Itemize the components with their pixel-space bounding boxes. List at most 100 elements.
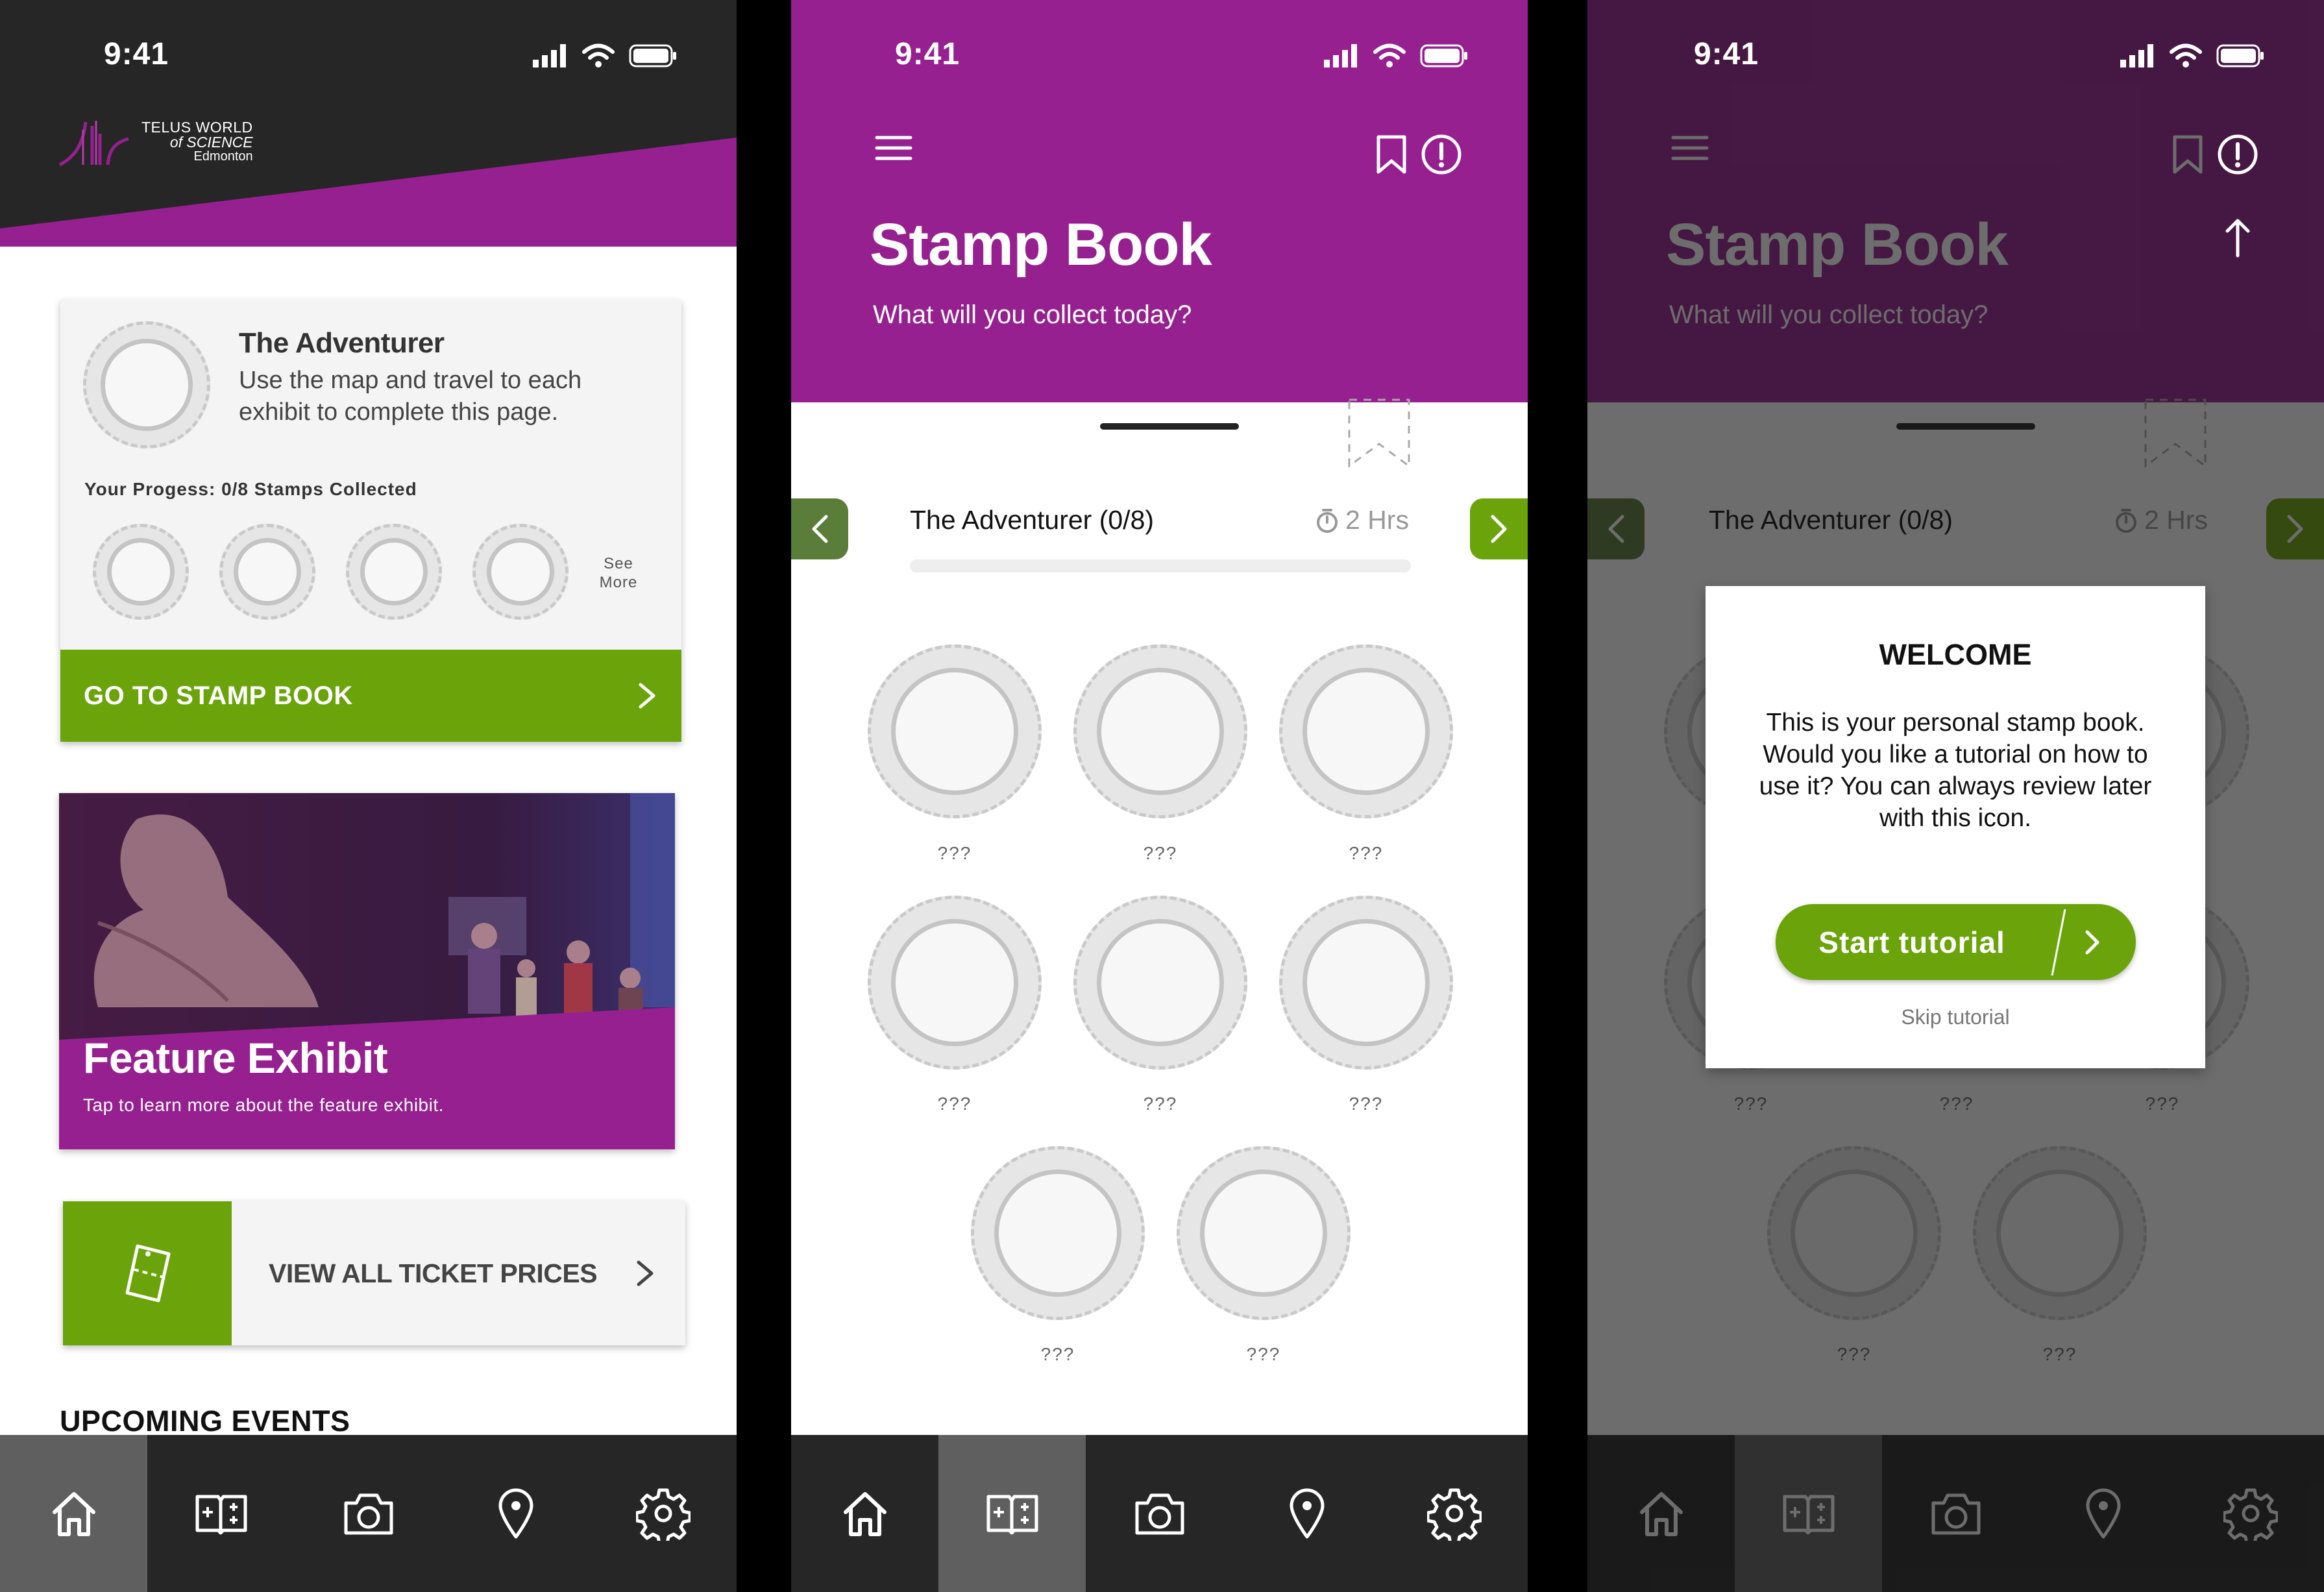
tab-camera[interactable] [1086, 1435, 1233, 1592]
ticket-icon-box [63, 1201, 232, 1345]
bookmark-outline-icon[interactable] [1347, 397, 1412, 469]
page-title: Stamp Book [870, 212, 1212, 278]
see-more-link[interactable]: See More [593, 554, 644, 592]
stamp-book-welcome-screen: 9:41 Stamp Book What will you collect to… [1587, 0, 2324, 1592]
skip-tutorial-link[interactable]: Skip tutorial [1706, 1005, 2205, 1029]
status-time: 9:41 [1694, 37, 1759, 71]
tab-home[interactable] [791, 1435, 938, 1592]
status-icons [533, 43, 677, 69]
card-desc-line2: exhibit to complete this page. [239, 398, 559, 426]
chevron-right-icon [2085, 930, 2099, 954]
view-ticket-prices-button[interactable]: VIEW ALL TICKET PRICES [63, 1201, 685, 1345]
welcome-body-line4: with this icon. [1879, 804, 2032, 832]
duration-indicator: 2 Hrs [1315, 505, 1409, 535]
stamp-book-screen: 9:41 Stamp Book What will you collect to… [791, 0, 1528, 1592]
status-icons [1324, 43, 1468, 69]
stamp-slot[interactable] [1073, 896, 1247, 1070]
wifi-icon [1373, 43, 1406, 67]
button-divider [2051, 909, 2066, 975]
feature-exhibit-card[interactable]: Feature Exhibit Tap to learn more about … [59, 793, 675, 1149]
chevron-right-icon [639, 683, 655, 709]
go-to-stamp-book-label: GO TO STAMP BOOK [84, 681, 353, 710]
page-subtitle: What will you collect today? [873, 300, 1192, 329]
adventurer-card: The Adventurer Use the map and travel to… [60, 300, 681, 742]
camera-icon [344, 1493, 393, 1535]
bookmark-icon[interactable] [1375, 134, 1408, 175]
battery-icon [2216, 44, 2264, 67]
welcome-body-line1: This is your personal stamp book. [1766, 709, 2145, 737]
feature-exhibit-title: Feature Exhibit [83, 1034, 388, 1082]
stamp-label: ??? [1040, 1344, 1075, 1364]
ticket-icon [125, 1244, 171, 1303]
tab-home[interactable] [0, 1435, 147, 1592]
info-alert-icon[interactable] [1421, 134, 1462, 175]
mini-stamp[interactable] [346, 524, 442, 620]
logo-text-line2: of SCIENCE [169, 134, 253, 151]
welcome-body: This is your personal stamp book. Would … [1731, 707, 2179, 834]
signal-icon [533, 44, 566, 67]
tab-stamp-book[interactable] [938, 1435, 1086, 1592]
status-icons [2120, 43, 2264, 69]
chevron-right-icon [1491, 515, 1506, 543]
stamp-slot[interactable] [868, 896, 1042, 1070]
settings-icon [1426, 1488, 1482, 1541]
status-bar: 9:41 [791, 0, 1528, 110]
timer-icon [1317, 508, 1338, 533]
signal-icon [1324, 44, 1357, 67]
arrow-up-icon [2225, 219, 2250, 258]
home-icon [843, 1492, 887, 1536]
home-icon [52, 1492, 95, 1536]
welcome-body-line2: Would you like a tutorial on how to [1763, 741, 2148, 768]
stamp-slot[interactable] [868, 644, 1042, 818]
drag-handle[interactable] [1100, 423, 1239, 430]
camera-icon [1135, 1493, 1184, 1535]
go-to-stamp-book-button[interactable]: GO TO STAMP BOOK [60, 650, 681, 742]
tab-stamp-book[interactable] [147, 1435, 295, 1592]
mini-stamp[interactable] [219, 524, 315, 620]
mini-stamp[interactable] [93, 524, 189, 620]
stamp-label: ??? [1349, 843, 1384, 863]
view-ticket-prices-label: VIEW ALL TICKET PRICES [269, 1258, 598, 1288]
status-time: 9:41 [895, 37, 960, 71]
stamp-book-icon [986, 1495, 1038, 1535]
map-pin-icon [498, 1488, 533, 1539]
stamp-book-icon [195, 1495, 247, 1535]
wifi-icon [582, 43, 615, 67]
start-tutorial-button[interactable]: Start tutorial [1776, 904, 2136, 980]
stamp-slot[interactable] [1279, 644, 1453, 818]
battery-icon [629, 44, 676, 67]
tab-map[interactable] [442, 1435, 589, 1592]
previous-page-button[interactable] [791, 498, 848, 559]
logo-mark-icon [58, 121, 129, 166]
stamp-label: ??? [1143, 1094, 1178, 1114]
tab-settings[interactable] [589, 1435, 737, 1592]
card-description: Use the map and travel to each exhibit t… [239, 365, 581, 428]
page-progress-bar [910, 559, 1411, 572]
stamp-page-title: The Adventurer (0/8) [910, 505, 1155, 535]
hamburger-menu-icon[interactable] [874, 134, 913, 162]
chevron-left-icon [812, 515, 828, 543]
tab-settings[interactable] [1380, 1435, 1528, 1592]
stamp-slot[interactable] [1279, 896, 1453, 1070]
bottom-tab-bar [0, 1435, 737, 1592]
card-title: The Adventurer [239, 327, 445, 359]
tab-map[interactable] [1233, 1435, 1380, 1592]
upcoming-events-heading: UPCOMING EVENTS [60, 1404, 350, 1438]
stamp-label: ??? [937, 1094, 972, 1114]
stamp-label: ??? [1143, 843, 1178, 863]
battery-icon [1420, 44, 1467, 67]
telus-logo[interactable]: TELUS WORLD of SCIENCE Edmonton [57, 117, 253, 166]
logo-text-line3: Edmonton [193, 149, 253, 164]
next-page-button[interactable] [1470, 498, 1528, 559]
tab-camera[interactable] [295, 1435, 442, 1592]
stamp-slot[interactable] [1177, 1146, 1351, 1320]
info-alert-icon-highlighted[interactable] [2217, 134, 2258, 175]
signal-icon [2120, 44, 2153, 67]
stamp-slot[interactable] [1073, 644, 1247, 818]
mini-stamp[interactable] [472, 524, 569, 620]
wifi-icon [2170, 43, 2202, 67]
logo-text-line1: TELUS WORLD [141, 119, 253, 136]
see-more-line2: More [599, 574, 638, 591]
welcome-body-line3: use it? You can always review later [1759, 772, 2152, 800]
stamp-slot[interactable] [971, 1146, 1145, 1320]
